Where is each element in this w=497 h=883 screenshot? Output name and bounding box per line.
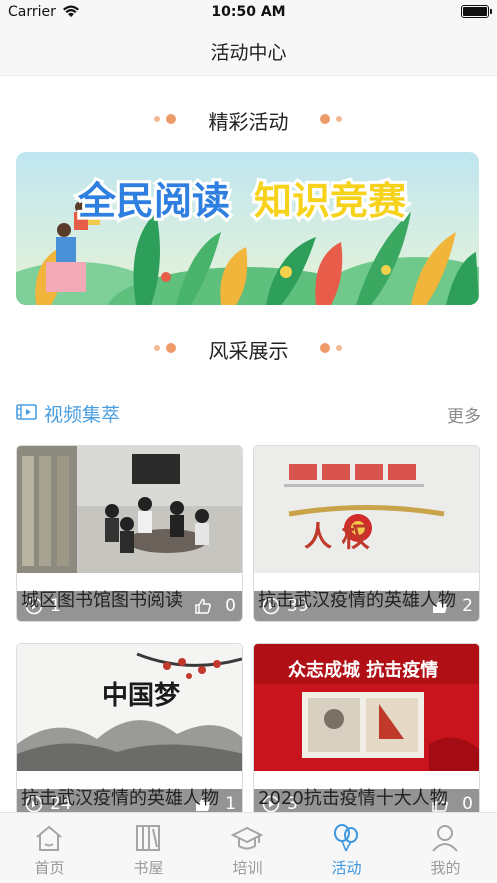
navigation-bar: 活动中心 (0, 26, 497, 76)
tab-activity[interactable]: 活动 (297, 813, 396, 883)
section-header-highlights: 精彩活动 (0, 102, 497, 134)
video-thumbnail (17, 446, 242, 573)
tab-profile[interactable]: 我的 (396, 813, 495, 883)
tab-home[interactable]: 首页 (0, 813, 99, 883)
video-thumbnail: 众志成城 抗击疫情 (254, 644, 479, 771)
video-section-header: 视频集萃 更多 (16, 400, 481, 427)
banner-title-part1: 全民阅读 (77, 179, 230, 223)
graduation-cap-icon (231, 826, 263, 850)
tab-training[interactable]: 培训 (198, 813, 297, 883)
bookshelf-icon (136, 825, 160, 851)
video-title: 城区图书馆图书阅读 (21, 590, 183, 611)
tab-label: 活动 (331, 859, 362, 877)
decor-dots-right (318, 343, 348, 353)
video-title: 2020抗击疫情十大人物 (258, 788, 448, 809)
person-icon (432, 825, 458, 852)
banner-illustration: 全民阅读 全民阅读 知识竞赛 知识竞赛 (16, 152, 479, 305)
tab-bookhouse[interactable]: 书屋 (99, 813, 198, 883)
tab-label: 我的 (430, 859, 461, 877)
thumbnail-text: 众志成城 抗击疫情 (288, 659, 438, 681)
video-card[interactable]: 人 权 39 2 抗击武汉疫情的英雄人物 (253, 445, 480, 622)
battery-icon (461, 5, 492, 18)
tab-bar: 首页 书屋 培训 活动 我的 (0, 812, 497, 883)
video-thumbnail: 人 权 (254, 446, 479, 573)
more-videos-link[interactable]: 更多 (447, 402, 481, 427)
section-title-highlights: 精彩活动 (208, 110, 289, 134)
video-card[interactable]: 1 0 城区图书馆图书阅读 (16, 445, 243, 622)
video-card[interactable]: 中国梦 24 1 抗击武汉疫情的英雄人物 (16, 643, 243, 820)
activity-banner[interactable]: 全民阅读 全民阅读 知识竞赛 知识竞赛 (16, 152, 479, 305)
banner-title-part2: 知识竞赛 (254, 179, 407, 223)
section-title-showcase: 风采展示 (208, 339, 289, 363)
balloons-icon (334, 824, 358, 852)
decor-dots-right (318, 114, 348, 124)
tab-label: 培训 (232, 859, 263, 877)
tab-label: 首页 (34, 859, 65, 877)
video-section-title: 视频集萃 (44, 404, 121, 426)
home-icon (36, 825, 62, 851)
status-bar: Carrier 10:50 AM (0, 0, 497, 26)
tab-label: 书屋 (133, 859, 164, 877)
video-card[interactable]: 众志成城 抗击疫情 3 0 2020抗击疫情十大人物 (253, 643, 480, 820)
section-header-showcase: 风采展示 (0, 331, 497, 363)
clock: 10:50 AM (211, 4, 286, 20)
video-title: 抗击武汉疫情的英雄人物 (258, 590, 456, 611)
film-icon (16, 404, 37, 420)
thumbnail-text: 人 权 (304, 520, 370, 553)
video-thumbnail: 中国梦 (17, 644, 242, 771)
page-title: 活动中心 (210, 42, 287, 64)
video-title: 抗击武汉疫情的英雄人物 (21, 788, 219, 809)
thumbnail-text: 中国梦 (102, 681, 181, 711)
